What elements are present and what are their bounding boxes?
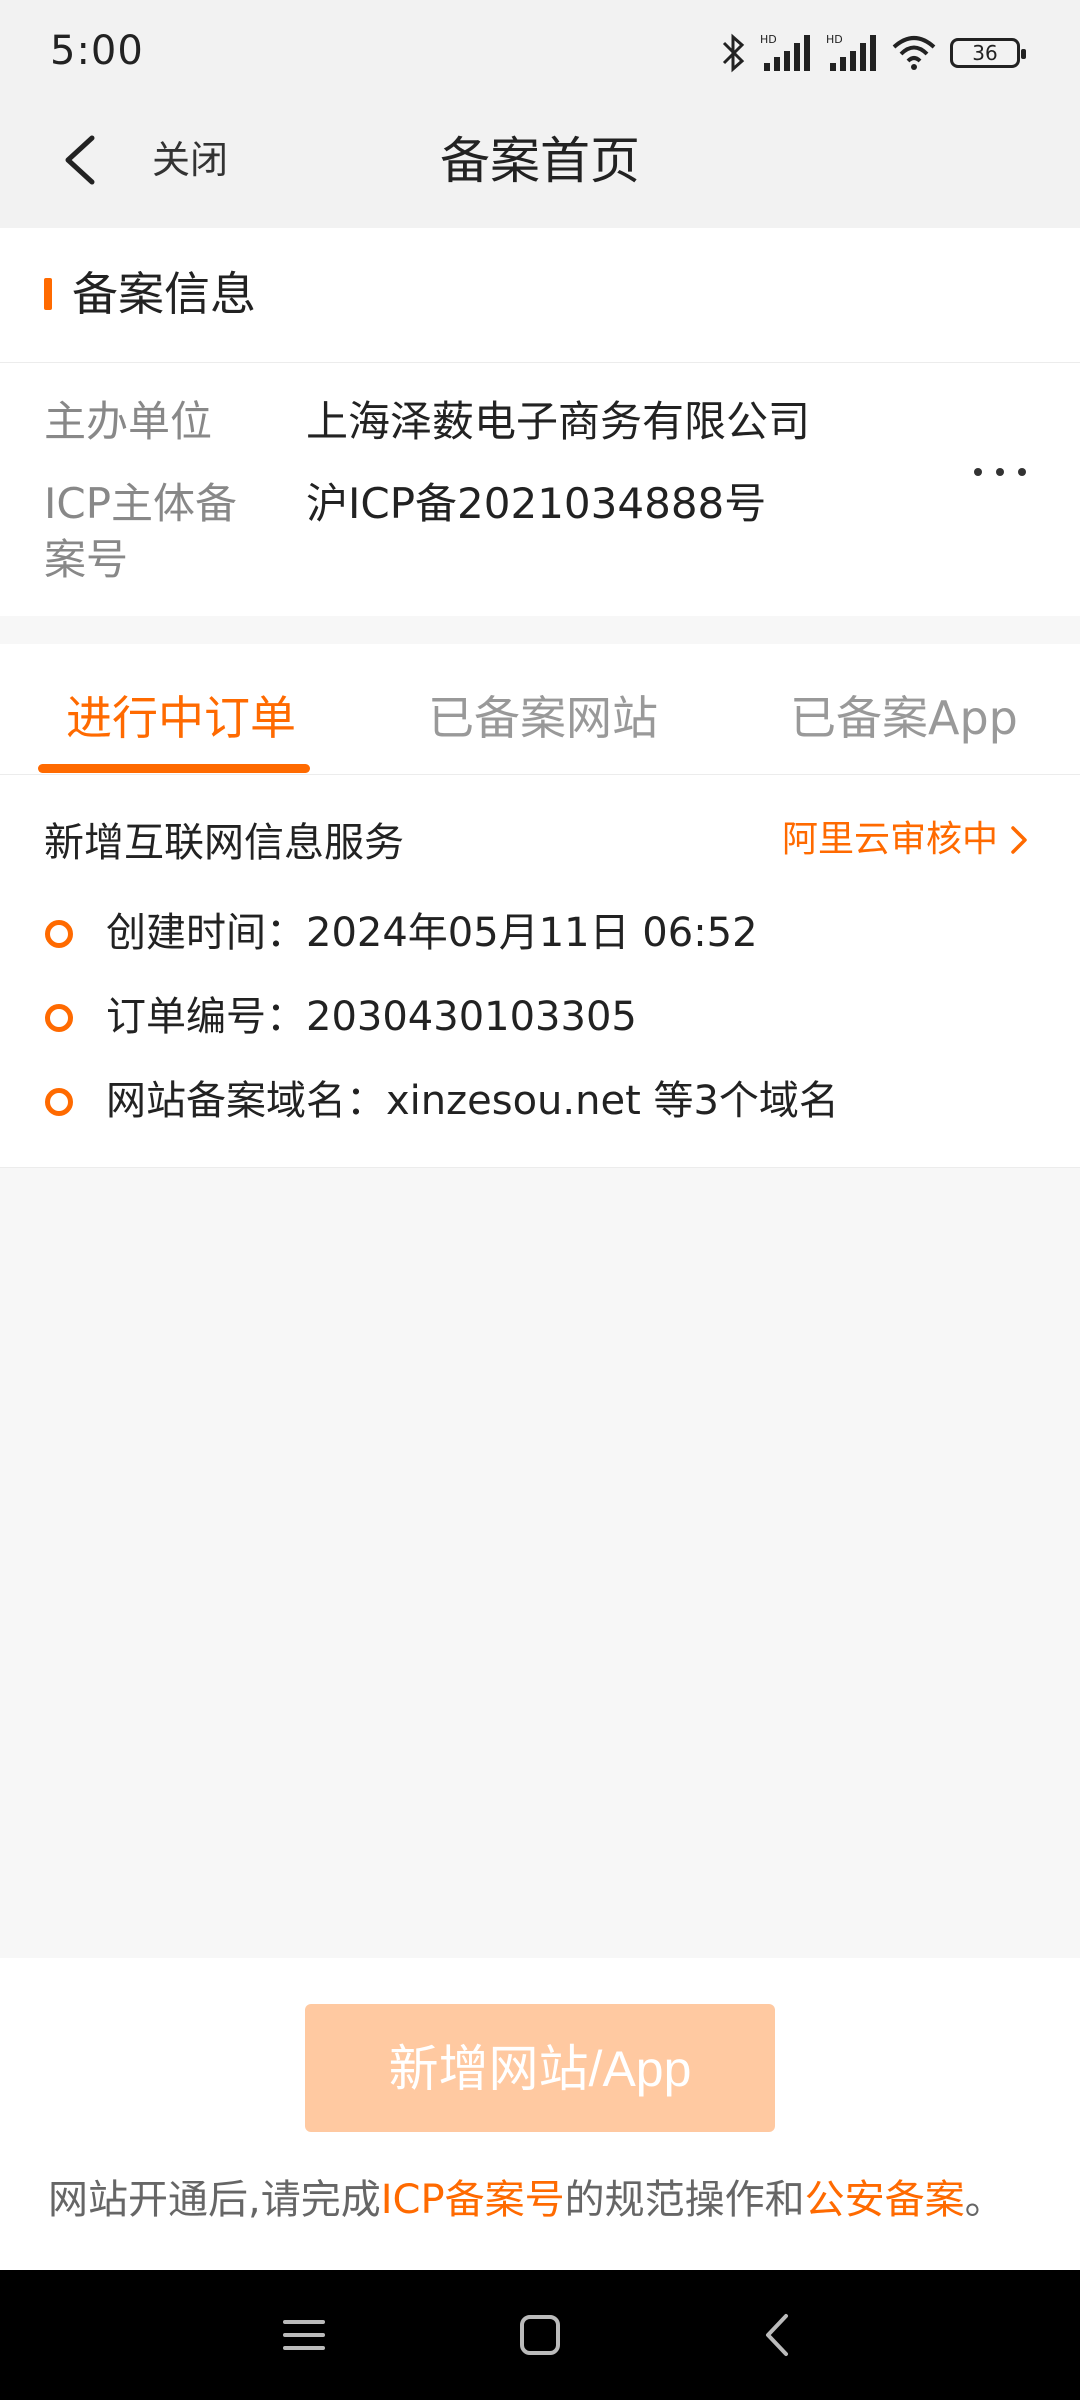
- notice-text: 网站开通后,请完成ICP备案号的规范操作和公安备案。: [48, 2170, 1005, 2230]
- add-website-app-button[interactable]: 新增网站/App: [305, 2004, 775, 2132]
- back-icon: [766, 2314, 788, 2356]
- order-status-text: 阿里云审核中: [781, 819, 998, 860]
- svg-text:HD: HD: [760, 33, 777, 46]
- bullet-icon: [45, 1088, 73, 1116]
- order-created-time: 创建时间：2024年05月11日 06:52: [106, 910, 758, 956]
- chevron-right-icon: [1011, 826, 1027, 854]
- org-value: 上海泽薮电子商务有限公司: [306, 397, 811, 446]
- system-back-button[interactable]: [742, 2300, 812, 2370]
- page-title: 备案首页: [440, 132, 640, 190]
- bullet-icon: [45, 920, 73, 948]
- more-icon: [974, 468, 1026, 476]
- wifi-icon: [892, 36, 936, 70]
- battery-icon: 36: [950, 38, 1026, 68]
- status-icons: HD HD 36: [720, 30, 1026, 76]
- order-title: 新增互联网信息服务: [44, 820, 404, 866]
- order-domains: 网站备案域名：xinzesou.net 等3个域名: [106, 1078, 839, 1124]
- home-icon: [520, 2315, 560, 2355]
- icp-number-link[interactable]: ICP备案号: [381, 2177, 565, 2223]
- svg-text:HD: HD: [826, 33, 843, 46]
- signal-hd-icon: HD: [760, 33, 810, 71]
- public-security-link[interactable]: 公安备案: [805, 2177, 965, 2223]
- recent-apps-button[interactable]: [269, 2300, 339, 2370]
- notice-suffix: 。: [964, 2177, 1005, 2223]
- bluetooth-icon: [722, 33, 745, 73]
- tab-in-progress-orders[interactable]: 进行中订单: [66, 686, 296, 750]
- tab-registered-apps[interactable]: 已备案App: [790, 686, 1018, 750]
- icp-label: ICP主体备案号: [44, 479, 238, 584]
- icp-value: 沪ICP备2021034888号: [306, 479, 767, 528]
- status-time: 5:00: [50, 28, 144, 74]
- section-accent-bar: [44, 278, 52, 310]
- tab-registered-websites[interactable]: 已备案网站: [428, 686, 658, 750]
- org-label: 主办单位: [44, 397, 213, 446]
- order-status-link[interactable]: 阿里云审核中: [782, 812, 1030, 868]
- signal-hd-icon: HD: [826, 33, 876, 71]
- battery-level: 36: [972, 41, 998, 65]
- home-button[interactable]: [505, 2300, 575, 2370]
- more-button[interactable]: [970, 452, 1030, 492]
- order-number: 订单编号：2030430103305: [106, 994, 637, 1040]
- notice-middle: 的规范操作和: [564, 2177, 805, 2223]
- active-tab-indicator: [38, 764, 310, 773]
- menu-icon: [283, 2320, 325, 2350]
- section-title: 备案信息: [72, 267, 256, 321]
- bullet-icon: [45, 1004, 73, 1032]
- notice-prefix: 网站开通后,请完成: [48, 2177, 381, 2223]
